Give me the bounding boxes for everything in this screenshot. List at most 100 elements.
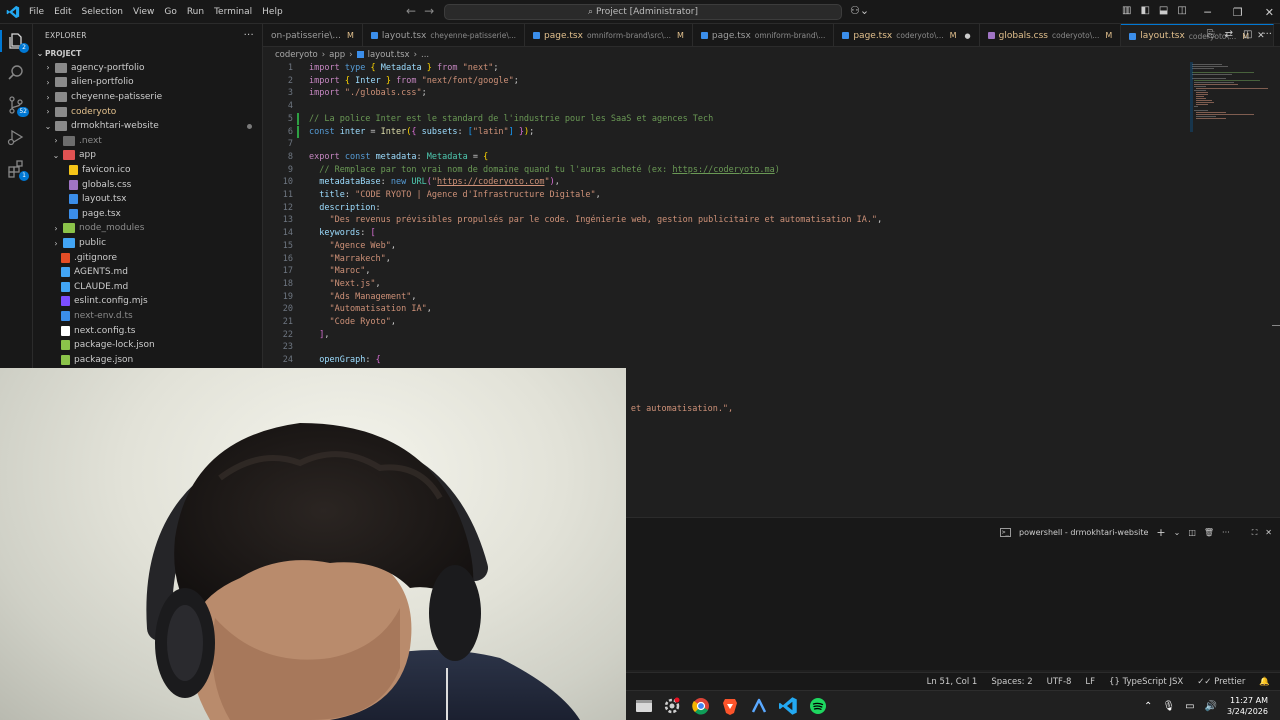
file-manager-icon[interactable] — [634, 696, 654, 716]
copilot-icon[interactable]: ⚇⌄ — [850, 4, 869, 17]
tree-file[interactable]: AGENTS.md — [33, 265, 262, 280]
speaker-icon[interactable]: 🔊 — [1205, 701, 1217, 712]
tree-file[interactable]: eslint.config.mjs — [33, 294, 262, 309]
unsaved-dot-icon[interactable]: ● — [965, 32, 971, 40]
chrome-icon[interactable] — [691, 696, 711, 716]
open-changes-icon[interactable]: ⇄ — [1225, 29, 1233, 40]
tree-file[interactable]: globals.css — [33, 177, 262, 192]
line-number: 8 — [287, 151, 293, 162]
language-mode[interactable]: {} TypeScript JSX — [1109, 677, 1183, 687]
menu-terminal[interactable]: Terminal — [209, 7, 257, 17]
minimize-icon[interactable]: ─ — [1204, 6, 1211, 19]
arc-icon[interactable] — [749, 696, 769, 716]
maximize-panel-icon[interactable]: ⛶ — [1252, 528, 1258, 538]
tree-file[interactable]: favicon.ico — [33, 163, 262, 178]
tree-folder[interactable]: ⌄ app — [33, 148, 262, 163]
code-line: 19 "Ads Management", — [263, 291, 1263, 304]
tree-file[interactable]: next-env.d.ts — [33, 309, 262, 324]
terminal-toolbar: >_ powershell - drmokhtari-website + ⌄ ◫… — [999, 526, 1272, 539]
extensions-icon[interactable]: 1 — [6, 159, 29, 181]
indentation[interactable]: Spaces: 2 — [991, 677, 1032, 687]
breadcrumb-item[interactable]: coderyoto — [275, 50, 318, 60]
breadcrumb-item[interactable]: ... — [421, 50, 429, 60]
close-window-icon[interactable]: ✕ — [1265, 6, 1274, 19]
editor-tab[interactable]: layout.tsx cheyenne-patisserie\... — [363, 24, 526, 46]
more-actions-icon[interactable]: ··· — [1262, 29, 1272, 40]
tree-folder[interactable]: › agency-portfolio — [33, 61, 262, 76]
close-panel-icon[interactable]: ✕ — [1265, 528, 1272, 537]
code-text: keywords: [ — [319, 228, 376, 239]
tree-folder[interactable]: › alien-portfolio — [33, 75, 262, 90]
gear-icon[interactable] — [662, 696, 682, 716]
split-editor-icon[interactable]: ◫ — [1243, 29, 1252, 40]
menu-file[interactable]: File — [24, 7, 49, 17]
code-text: import { Inter } from "next/font/google"… — [309, 75, 519, 86]
tree-file[interactable]: page.tsx — [33, 207, 262, 222]
terminal-label[interactable]: powershell - drmokhtari-website — [1019, 528, 1148, 537]
toggle-sidebar-icon[interactable]: ◧ — [1140, 5, 1149, 16]
brave-icon[interactable] — [720, 696, 740, 716]
more-actions-icon[interactable]: ··· — [244, 30, 254, 41]
compare-changes-icon[interactable]: ⎘ — [1207, 29, 1215, 40]
tree-folder[interactable]: › cheyenne-patisserie — [33, 90, 262, 105]
tree-file[interactable]: .gitignore — [33, 250, 262, 265]
tree-file[interactable]: CLAUDE.md — [33, 280, 262, 295]
editor-tab[interactable]: globals.css coderyoto\... M — [980, 24, 1122, 46]
chevron-down-icon[interactable]: ⌄ — [1174, 528, 1181, 537]
menu-run[interactable]: Run — [182, 7, 209, 17]
forward-arrow-icon[interactable]: → — [424, 4, 434, 18]
explorer-sidebar: EXPLORER ··· ⌄ PROJECT › agency-portfolio… — [33, 24, 263, 370]
new-terminal-icon[interactable]: + — [1156, 526, 1165, 539]
run-debug-icon[interactable] — [6, 127, 26, 147]
toggle-secondary-sidebar-icon[interactable]: ◫ — [1177, 5, 1186, 16]
editor-tab[interactable]: page.tsx omniform-brand\... — [693, 24, 835, 46]
prettier-status[interactable]: ✓✓ Prettier — [1197, 677, 1245, 687]
menu-help[interactable]: Help — [257, 7, 288, 17]
tree-file[interactable]: next.config.ts — [33, 323, 262, 338]
end-of-line[interactable]: LF — [1085, 677, 1095, 687]
trash-icon[interactable]: 🗑 — [1204, 528, 1214, 537]
customize-layout-icon[interactable]: ▥ — [1122, 5, 1131, 16]
tree-file[interactable]: package.json — [33, 352, 262, 367]
menu-edit[interactable]: Edit — [49, 7, 76, 17]
explorer-icon[interactable]: 2 — [6, 31, 29, 53]
bell-icon[interactable]: 🔔 — [1259, 677, 1270, 687]
menu-go[interactable]: Go — [159, 7, 181, 17]
microphone-icon[interactable]: 🎙 — [1162, 701, 1175, 712]
cursor-position[interactable]: Ln 51, Col 1 — [927, 677, 978, 687]
status-bar: Ln 51, Col 1 Spaces: 2 UTF-8 LF {} TypeS… — [626, 672, 1280, 690]
encoding[interactable]: UTF-8 — [1047, 677, 1072, 687]
restore-icon[interactable]: ❐ — [1233, 6, 1243, 19]
breadcrumb-item[interactable]: layout.tsx — [368, 50, 410, 60]
code-text: import "./globals.css"; — [309, 88, 427, 99]
chevron-up-icon[interactable]: ⌃ — [1144, 701, 1152, 712]
menu-selection[interactable]: Selection — [77, 7, 128, 17]
tree-file[interactable]: layout.tsx — [33, 192, 262, 207]
minimap[interactable] — [1190, 62, 1270, 132]
back-arrow-icon[interactable]: ← — [406, 4, 416, 18]
spotify-icon[interactable] — [808, 696, 828, 716]
display-icon[interactable]: ▭ — [1185, 701, 1194, 712]
editor-tab[interactable]: page.tsx omniform-brand\src\... M — [525, 24, 693, 46]
editor-tab[interactable]: on-patisserie\... M — [263, 24, 363, 46]
editor-tab[interactable]: page.tsx coderyoto\... M ● — [834, 24, 980, 46]
tree-folder[interactable]: › coderyoto — [33, 104, 262, 119]
active-indicator — [0, 30, 2, 52]
tree-folder[interactable]: › .next — [33, 134, 262, 149]
tree-folder[interactable]: ⌄ drmokhtari-website — [33, 119, 262, 134]
tree-folder[interactable]: › node_modules — [33, 221, 262, 236]
tree-file[interactable]: package-lock.json — [33, 338, 262, 353]
command-center[interactable]: ⌕ Project [Administrator] — [444, 4, 842, 20]
more-actions-icon[interactable]: ··· — [1222, 528, 1230, 537]
project-section-header[interactable]: ⌄ PROJECT — [33, 46, 262, 61]
tree-item-label: coderyoto — [71, 106, 117, 117]
breadcrumb-item[interactable]: app — [329, 50, 345, 60]
clock[interactable]: 11:27 AM 3/24/2026 — [1227, 695, 1268, 717]
menu-view[interactable]: View — [128, 7, 159, 17]
vscode-taskbar-icon[interactable] — [778, 696, 798, 716]
source-control-icon[interactable]: 52 — [6, 95, 29, 117]
search-view-icon[interactable] — [6, 63, 26, 83]
tree-folder[interactable]: › public — [33, 236, 262, 251]
toggle-panel-icon[interactable]: ⬓ — [1159, 5, 1168, 16]
split-terminal-icon[interactable]: ◫ — [1188, 528, 1196, 537]
